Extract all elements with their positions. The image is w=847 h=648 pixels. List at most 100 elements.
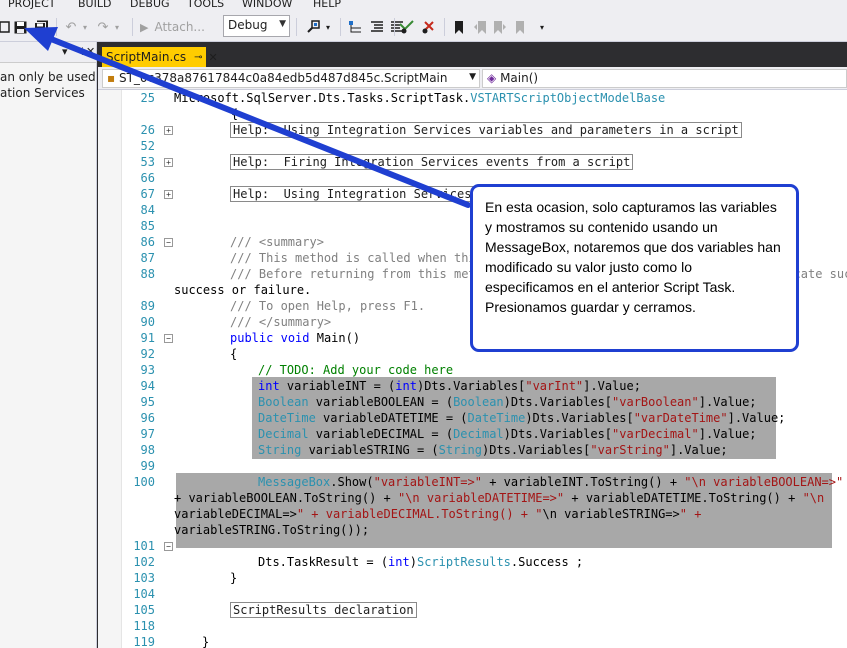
menu-build[interactable]: BUILD — [78, 0, 111, 10]
code-text: int variableINT = (int)Dts.Variables["va… — [258, 379, 641, 393]
code-text: String variableSTRING = (String)Dts.Vari… — [258, 443, 728, 457]
collapse-icon[interactable]: − — [164, 542, 173, 551]
menu-project[interactable]: PROJECT — [8, 0, 56, 10]
panel-dropdown-icon[interactable]: ▾ — [62, 45, 68, 58]
undo-icon[interactable]: ↶ — [62, 16, 80, 38]
line-number: 96 — [140, 411, 155, 425]
line-number: 89 — [140, 299, 155, 313]
save-all-icon[interactable] — [32, 16, 50, 38]
tab-scriptmain[interactable]: ScriptMain.cs ⊸ ✕ — [102, 47, 218, 67]
code-text: DateTime variableDATETIME = (DateTime)Dt… — [258, 411, 786, 425]
navigation-bar: ▪ ST_0c378a87617844c0a84edb5d487d845c.Sc… — [98, 67, 847, 90]
code-line[interactable]: 94 int variableINT = (int)Dts.Variables["… — [98, 379, 847, 395]
code-line[interactable]: 99 — [98, 459, 847, 475]
menu-tools[interactable]: TOOLS — [187, 0, 224, 10]
expand-icon[interactable]: + — [164, 190, 173, 199]
code-text: MessageBox.Show("variableINT=>" + variab… — [258, 475, 844, 489]
class-dropdown-value: ST_0c378a87617844c0a84edb5d487d845c.Scri… — [118, 71, 448, 85]
line-number: 26 — [140, 123, 155, 137]
code-text: } — [230, 571, 238, 585]
code-text: + variableBOOLEAN.ToString() + "\n varia… — [174, 491, 825, 505]
class-dropdown[interactable]: ▪ ST_0c378a87617844c0a84edb5d487d845c.Sc… — [102, 69, 480, 88]
code-line[interactable]: + variableBOOLEAN.ToString() + "\n varia… — [98, 491, 847, 507]
menu-help[interactable]: HELP — [313, 0, 341, 10]
open-file-icon[interactable] — [0, 16, 12, 38]
code-line[interactable]: 96 DateTime variableDATETIME = (DateTime)… — [98, 411, 847, 427]
close-icon[interactable]: ✕ — [86, 45, 95, 58]
code-line[interactable]: 100 MessageBox.Show("variableINT=>" + var… — [98, 475, 847, 491]
save-icon[interactable] — [12, 16, 28, 38]
menu-window[interactable]: WINDOW — [242, 0, 292, 10]
prev-bookmark-icon[interactable] — [472, 16, 488, 38]
code-text: { — [230, 347, 238, 361]
collapse-icon[interactable]: − — [164, 334, 173, 343]
code-text: Help: Firing Integration Services events… — [230, 154, 634, 170]
toolbar-separator — [340, 18, 341, 36]
redo-dropdown-icon[interactable]: ▾ — [112, 16, 122, 38]
redo-icon[interactable]: ↷ — [94, 16, 112, 38]
bookmark-icon[interactable] — [452, 16, 466, 38]
expand-icon[interactable]: + — [164, 126, 173, 135]
left-panel-header: ▾ ⊣ ✕ — [0, 42, 96, 63]
line-number: 105 — [133, 603, 155, 617]
line-number: 86 — [140, 235, 155, 249]
class-icon: ▪ — [107, 71, 116, 85]
pin-icon[interactable]: ⊣ — [74, 45, 84, 58]
clear-bookmarks-icon[interactable] — [512, 16, 528, 38]
code-line[interactable]: 97 Decimal variableDECIMAL = (Decimal)Dts… — [98, 427, 847, 443]
menu-debug[interactable]: DEBUG — [130, 0, 170, 10]
code-line[interactable]: { — [98, 107, 847, 123]
annotation-callout: En esta ocasion, solo capturamos las var… — [470, 184, 799, 352]
find-dropdown-icon[interactable]: ▾ — [322, 16, 334, 38]
code-line[interactable]: 98 String variableSTRING = (String)Dts.Va… — [98, 443, 847, 459]
code-line[interactable]: 101− — [98, 539, 847, 555]
code-text: Decimal variableDECIMAL = (Decimal)Dts.V… — [258, 427, 757, 441]
close-icon[interactable]: ✕ — [209, 51, 218, 64]
code-line[interactable]: 119} — [98, 635, 847, 648]
pin-icon[interactable]: ⊸ — [194, 52, 202, 63]
remove-breakpoint-icon[interactable] — [420, 16, 438, 38]
line-number: 93 — [140, 363, 155, 377]
code-editor[interactable]: 25 Microsoft.SqlServer.Dts.Tasks.ScriptTa… — [98, 90, 847, 648]
code-text: } — [202, 635, 210, 648]
next-bookmark-icon[interactable] — [492, 16, 508, 38]
method-icon: ◈ — [487, 71, 497, 85]
code-line[interactable]: 104 — [98, 587, 847, 603]
toolbar-separator — [394, 18, 395, 36]
method-dropdown-value: Main() — [500, 71, 539, 85]
outline-icon[interactable] — [346, 16, 364, 38]
line-number: 92 — [140, 347, 155, 361]
expand-icon[interactable]: + — [164, 158, 173, 167]
code-line[interactable]: 103} — [98, 571, 847, 587]
collapse-icon[interactable]: − — [164, 238, 173, 247]
chevron-down-icon: ▼ — [469, 72, 476, 82]
attach-button[interactable]: ▶ Attach... — [140, 16, 220, 38]
code-line[interactable]: 105 ScriptResults declaration — [98, 602, 847, 619]
panel-description-line: ation Services — [0, 86, 85, 100]
code-line[interactable]: 52 — [98, 139, 847, 155]
attach-label: Attach... — [154, 20, 205, 34]
line-number: 52 — [140, 139, 155, 153]
line-number: 88 — [140, 267, 155, 281]
code-line[interactable]: 118 — [98, 619, 847, 635]
format-left-icon[interactable] — [368, 16, 386, 38]
line-number: 97 — [140, 427, 155, 441]
find-icon[interactable] — [304, 16, 322, 38]
code-line[interactable]: 95 Boolean variableBOOLEAN = (Boolean)Dts… — [98, 395, 847, 411]
code-line[interactable]: 93 // TODO: Add your code here — [98, 363, 847, 379]
play-icon: ▶ — [140, 20, 149, 34]
line-number: 67 — [140, 187, 155, 201]
code-text: /// <summary> — [230, 235, 324, 249]
code-line[interactable]: variableDECIMAL=>" + variableDECIMAL.ToS… — [98, 507, 847, 523]
toolbar-separator — [132, 18, 133, 36]
code-line[interactable]: 102 Dts.TaskResult = (int)ScriptResults.S… — [98, 555, 847, 571]
code-line[interactable]: 53 + Help: Firing Integration Services eve… — [98, 154, 847, 171]
solution-config-select[interactable]: Debug ▼ — [223, 15, 290, 37]
toolbar-overflow-icon[interactable]: ▾ — [536, 16, 548, 38]
code-line[interactable]: 25 Microsoft.SqlServer.Dts.Tasks.ScriptTa… — [98, 91, 847, 107]
method-dropdown[interactable]: ◈ Main() — [482, 69, 847, 88]
add-breakpoint-icon[interactable] — [398, 16, 416, 38]
undo-dropdown-icon[interactable]: ▾ — [80, 16, 90, 38]
code-line[interactable]: variableSTRING.ToString()); — [98, 523, 847, 539]
code-line[interactable]: 26 + Help: Using Integration Services vari… — [98, 122, 847, 139]
